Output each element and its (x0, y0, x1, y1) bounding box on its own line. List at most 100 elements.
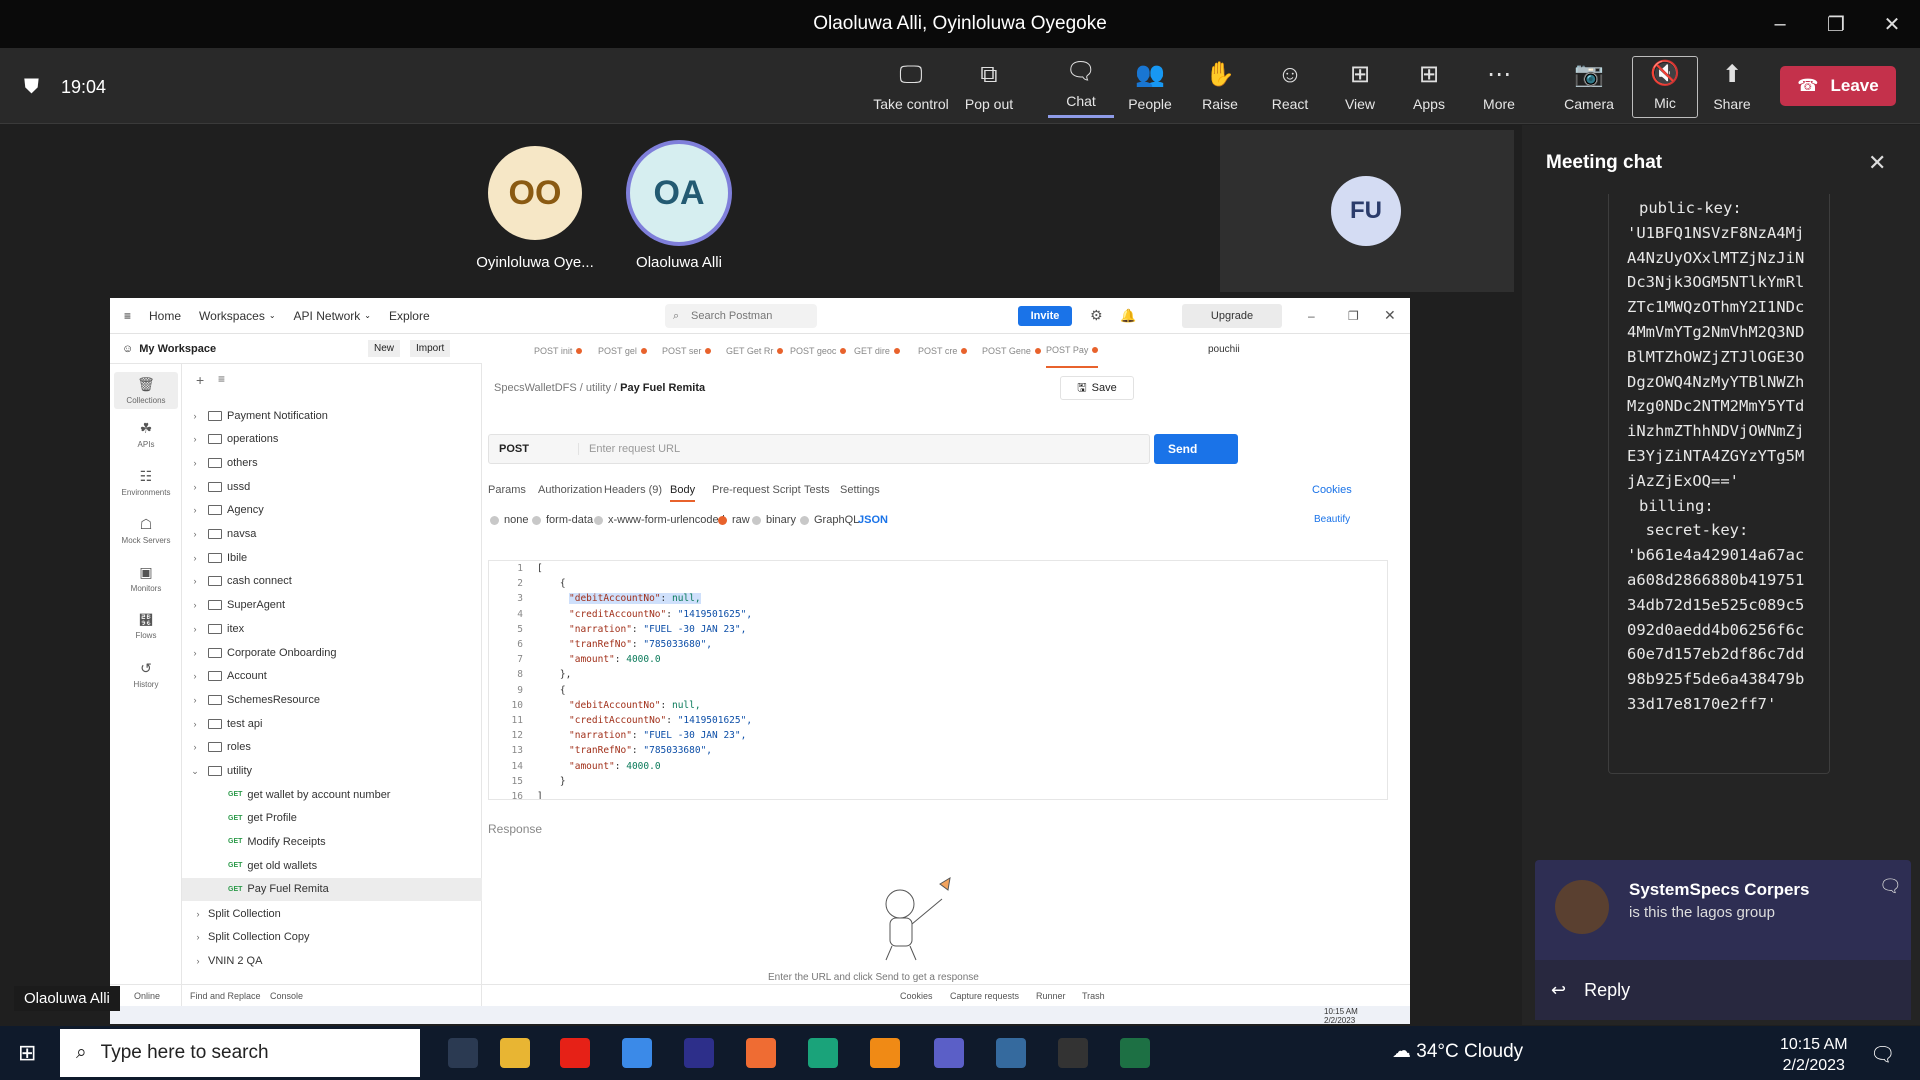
left-nav-monitors[interactable]: ▣ Monitors (114, 564, 178, 593)
beautify-link[interactable]: Beautify (1314, 514, 1350, 525)
participant-avatar-oa[interactable]: OA (626, 140, 732, 246)
request-item[interactable]: GET get old wallets (182, 854, 482, 877)
left-nav-environments[interactable]: ☷ Environments (114, 468, 178, 497)
request-tab[interactable]: POST gel (598, 334, 647, 368)
toolbar-more-button[interactable]: ⋯ More (1466, 56, 1532, 118)
participant-avatar-oo[interactable]: OO (488, 146, 582, 240)
import-button[interactable]: Import (410, 340, 451, 357)
toolbar-camera-button[interactable]: 📷 Camera (1556, 56, 1622, 118)
request-item[interactable]: GET get Profile (182, 807, 482, 830)
tree-folder[interactable]: › itex (182, 617, 482, 640)
tree-folder[interactable]: › ussd (182, 475, 482, 498)
status-runner[interactable]: Runner (1036, 991, 1066, 1001)
reply-bubble-icon[interactable]: 🗨 (1879, 876, 1902, 897)
breadcrumb-collection[interactable]: SpecsWalletDFS (494, 382, 577, 394)
json-body-editor[interactable]: 1 [2 {3 "debitAccountNo": null, 4 "creditAcc… (488, 560, 1388, 800)
status-online[interactable]: Online (134, 991, 160, 1001)
left-nav-collections[interactable]: 🗑 Collections (114, 372, 178, 409)
tree-folder[interactable]: › operations (182, 428, 482, 451)
toolbar-people-button[interactable]: 👥 People (1117, 56, 1183, 118)
status-trash[interactable]: Trash (1082, 991, 1105, 1001)
method-select[interactable]: POST (489, 443, 579, 455)
request-subtab-headers[interactable]: Headers (9) (604, 484, 662, 496)
request-item[interactable]: GET Modify Receipts (182, 830, 482, 853)
tree-folder[interactable]: › SchemesResource (182, 688, 482, 711)
breadcrumb-folder[interactable]: utility (586, 382, 611, 394)
taskbar-search-input[interactable]: ⌕ Type here to search (60, 1029, 420, 1077)
tree-folder[interactable]: › others (182, 451, 482, 474)
tree-folder[interactable]: › SuperAgent (182, 594, 482, 617)
windows-start-icon[interactable]: ⊞ (18, 1040, 36, 1066)
request-subtab-params[interactable]: Params (488, 484, 526, 496)
tree-folder[interactable]: › roles (182, 736, 482, 759)
collection-item[interactable]: › Split Collection Copy (182, 926, 482, 949)
request-tab[interactable]: POST Pay (1046, 334, 1099, 368)
postman-search-input[interactable]: ⌕ Search Postman (665, 304, 817, 328)
left-nav-apis[interactable]: ☘ APIs (114, 420, 178, 449)
new-button[interactable]: New (368, 340, 401, 357)
close-icon[interactable]: ✕ (1384, 307, 1396, 324)
request-tab[interactable]: POST geoc (790, 334, 847, 368)
tree-folder[interactable]: › Payment Notification (182, 404, 482, 427)
toolbar-react-button[interactable]: ☺ React (1257, 56, 1323, 118)
invite-button[interactable]: Invite (1018, 306, 1072, 326)
tree-folder[interactable]: › Account (182, 665, 482, 688)
tree-folder[interactable]: › Ibile (182, 546, 482, 569)
notifications-icon[interactable]: 🗨 (1870, 1042, 1895, 1067)
toolbar-share-button[interactable]: ⬆ Share (1699, 56, 1765, 118)
chrome-icon[interactable] (622, 1038, 652, 1068)
status-find-and-replace[interactable]: Find and Replace (190, 991, 261, 1001)
plus-icon[interactable]: + (196, 372, 204, 388)
environment-selector[interactable]: pouchii (1208, 344, 1240, 355)
edge-icon[interactable] (808, 1038, 838, 1068)
youtube-icon[interactable] (560, 1038, 590, 1068)
cookies-link[interactable]: Cookies (1312, 484, 1352, 496)
teams-icon[interactable] (934, 1038, 964, 1068)
intellij-icon[interactable] (684, 1038, 714, 1068)
request-tab[interactable]: POST cre (918, 334, 968, 368)
request-subtab-pre-request[interactable]: Pre-request Script (712, 484, 801, 496)
reply-button[interactable]: ↩ Reply (1535, 960, 1911, 1020)
toolbar-take-control-button[interactable]: 🖵 Take control (866, 56, 956, 118)
body-type-option[interactable]: raw (718, 514, 750, 526)
left-nav-mock-servers[interactable]: ☖ Mock Servers (114, 516, 178, 545)
request-subtab-authorization[interactable]: Authorization (538, 484, 602, 496)
json-format-select[interactable]: JSON (858, 514, 888, 526)
request-tab[interactable]: POST Gene (982, 334, 1041, 368)
body-type-option[interactable]: binary (752, 514, 796, 526)
request-tab[interactable]: POST ser (662, 334, 712, 368)
nav-api-network[interactable]: API Network (294, 309, 361, 323)
request-tab[interactable]: GET Get Rr (726, 334, 784, 368)
request-subtab-settings[interactable]: Settings (840, 484, 880, 496)
restore-icon[interactable]: ❐ (1348, 309, 1359, 323)
request-item[interactable]: GET get wallet by account number (182, 783, 482, 806)
vlc-icon[interactable] (870, 1038, 900, 1068)
request-subtab-body[interactable]: Body (670, 484, 696, 502)
bell-icon[interactable]: 🔔 (1120, 308, 1136, 324)
collection-item[interactable]: › Split Collection (182, 902, 482, 925)
nav-home[interactable]: Home (149, 309, 181, 323)
save-button[interactable]: 🖫 Save (1060, 376, 1134, 400)
tree-folder[interactable]: › Corporate Onboarding (182, 641, 482, 664)
filter-icon[interactable]: ≡ (218, 372, 225, 386)
menu-icon[interactable]: ≡ (124, 309, 131, 323)
toolbar-raise-button[interactable]: ✋ Raise (1187, 56, 1253, 118)
left-nav-flows[interactable]: ⮖ Flows (114, 612, 178, 640)
tree-folder[interactable]: › navsa (182, 523, 482, 546)
tree-folder[interactable]: ⌄ utility (182, 760, 482, 783)
pgadmin-icon[interactable] (996, 1038, 1026, 1068)
restore-icon[interactable]: ❐ (1808, 0, 1864, 48)
body-type-option[interactable]: GraphQL (800, 514, 859, 526)
request-tab[interactable]: POST init (534, 334, 583, 368)
toolbar-pop-out-button[interactable]: ⧉ Pop out (956, 56, 1022, 118)
nav-explore[interactable]: Explore (389, 309, 430, 323)
body-type-option[interactable]: x-www-form-urlencoded (594, 514, 725, 526)
tree-folder[interactable]: › test api (182, 712, 482, 735)
toolbar-apps-button[interactable]: ⊞ Apps (1396, 56, 1462, 118)
request-tab[interactable]: GET dire (854, 334, 900, 368)
body-type-option[interactable]: none (490, 514, 528, 526)
upgrade-button[interactable]: Upgrade (1182, 304, 1282, 328)
url-input[interactable]: Enter request URL (579, 443, 680, 455)
taskbar-clock[interactable]: 10:15 AM 2/2/2023 (1780, 1034, 1848, 1076)
terminal-icon[interactable] (1058, 1038, 1088, 1068)
